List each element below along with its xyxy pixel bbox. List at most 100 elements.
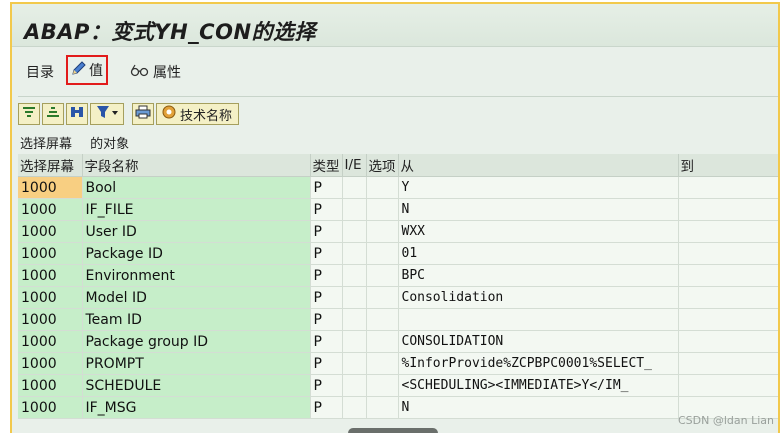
cell-type[interactable]: P (310, 286, 343, 309)
cell-to[interactable] (678, 374, 778, 397)
cell-from[interactable]: Consolidation (398, 286, 679, 309)
cell-option[interactable] (366, 198, 399, 221)
cell-type[interactable]: P (310, 396, 343, 419)
cell-from[interactable]: BPC (398, 264, 679, 287)
cell-type[interactable]: P (310, 374, 343, 397)
cell-ie[interactable] (342, 374, 367, 397)
cell-ie[interactable] (342, 242, 367, 265)
filter-button[interactable] (90, 103, 124, 125)
cell-type[interactable]: P (310, 330, 343, 353)
table-row[interactable]: 1000 Bool P Y (18, 176, 778, 199)
column-header-type[interactable]: 类型 (310, 154, 343, 177)
cell-field-name[interactable]: User ID (82, 220, 311, 243)
cell-from[interactable]: WXX (398, 220, 679, 243)
cell-from[interactable]: N (398, 198, 679, 221)
cell-screen[interactable]: 1000 (18, 374, 83, 397)
cell-screen[interactable]: 1000 (18, 264, 83, 287)
cell-option[interactable] (366, 220, 399, 243)
cell-to[interactable] (678, 176, 778, 199)
column-header-from[interactable]: 从 (398, 154, 679, 177)
cell-screen[interactable]: 1000 (18, 198, 83, 221)
cell-type[interactable]: P (310, 176, 343, 199)
table-row[interactable]: 1000 Package group ID P CONSOLIDATION (18, 330, 778, 353)
cell-to[interactable] (678, 330, 778, 353)
cell-screen[interactable]: 1000 (18, 242, 83, 265)
cell-ie[interactable] (342, 176, 367, 199)
cell-to[interactable] (678, 264, 778, 287)
find-button[interactable] (66, 103, 88, 125)
sort-ascending-button[interactable] (18, 103, 40, 125)
table-row[interactable]: 1000 SCHEDULE P <SCHEDULING><IMMEDIATE>Y</I… (18, 374, 778, 397)
cell-field-name[interactable]: IF_MSG (82, 396, 311, 419)
column-header-screen[interactable]: 选择屏幕 (18, 154, 83, 177)
table-row[interactable]: 1000 IF_FILE P N (18, 198, 778, 221)
cell-to[interactable] (678, 198, 778, 221)
column-header-option[interactable]: 选项 (366, 154, 399, 177)
cell-ie[interactable] (342, 308, 367, 331)
cell-option[interactable] (366, 242, 399, 265)
cell-option[interactable] (366, 286, 399, 309)
cell-ie[interactable] (342, 264, 367, 287)
column-header-ie[interactable]: I/E (342, 154, 367, 177)
table-row[interactable]: 1000 Model ID P Consolidation (18, 286, 778, 309)
menu-directory[interactable]: 目录 (26, 62, 54, 82)
cell-field-name[interactable]: Team ID (82, 308, 311, 331)
cell-ie[interactable] (342, 352, 367, 375)
menu-values[interactable]: 值 (66, 55, 108, 85)
table-row[interactable]: 1000 User ID P WXX (18, 220, 778, 243)
cell-option[interactable] (366, 264, 399, 287)
horizontal-scrollbar[interactable] (348, 428, 438, 433)
cell-ie[interactable] (342, 396, 367, 419)
cell-field-name[interactable]: SCHEDULE (82, 374, 311, 397)
cell-screen[interactable]: 1000 (18, 176, 83, 199)
cell-field-name[interactable]: Model ID (82, 286, 311, 309)
column-header-to[interactable]: 到 (678, 154, 778, 177)
cell-to[interactable] (678, 308, 778, 331)
cell-from[interactable]: <SCHEDULING><IMMEDIATE>Y</IM_ (398, 374, 679, 397)
cell-from[interactable]: CONSOLIDATION (398, 330, 679, 353)
cell-screen[interactable]: 1000 (18, 330, 83, 353)
column-header-field[interactable]: 字段名称 (82, 154, 311, 177)
cell-from[interactable]: 01 (398, 242, 679, 265)
cell-ie[interactable] (342, 286, 367, 309)
cell-ie[interactable] (342, 198, 367, 221)
cell-type[interactable]: P (310, 242, 343, 265)
table-row[interactable]: 1000 Team ID P (18, 308, 778, 331)
cell-type[interactable]: P (310, 264, 343, 287)
table-row[interactable]: 1000 Package ID P 01 (18, 242, 778, 265)
cell-type[interactable]: P (310, 198, 343, 221)
cell-option[interactable] (366, 352, 399, 375)
cell-to[interactable] (678, 220, 778, 243)
cell-ie[interactable] (342, 330, 367, 353)
tech-name-button[interactable]: 技术名称 (156, 103, 240, 125)
cell-field-name[interactable]: PROMPT (82, 352, 311, 375)
menu-attributes[interactable]: 属性 (130, 62, 181, 82)
cell-to[interactable] (678, 286, 778, 309)
cell-option[interactable] (366, 374, 399, 397)
cell-to[interactable] (678, 352, 778, 375)
print-button[interactable] (132, 103, 154, 125)
cell-option[interactable] (366, 396, 399, 419)
cell-from[interactable]: %InforProvide%ZCPBPC0001%SELECT_ (398, 352, 679, 375)
cell-field-name[interactable]: Package ID (82, 242, 311, 265)
cell-field-name[interactable]: Environment (82, 264, 311, 287)
cell-field-name[interactable]: IF_FILE (82, 198, 311, 221)
cell-field-name[interactable]: Package group ID (82, 330, 311, 353)
cell-from[interactable] (398, 308, 679, 331)
cell-screen[interactable]: 1000 (18, 220, 83, 243)
cell-ie[interactable] (342, 220, 367, 243)
cell-screen[interactable]: 1000 (18, 286, 83, 309)
sort-descending-button[interactable] (42, 103, 64, 125)
table-row[interactable]: 1000 IF_MSG P N (18, 396, 778, 419)
cell-type[interactable]: P (310, 220, 343, 243)
cell-screen[interactable]: 1000 (18, 352, 83, 375)
cell-type[interactable]: P (310, 308, 343, 331)
cell-screen[interactable]: 1000 (18, 396, 83, 419)
cell-from[interactable]: Y (398, 176, 679, 199)
table-row[interactable]: 1000 Environment P BPC (18, 264, 778, 287)
cell-option[interactable] (366, 330, 399, 353)
cell-from[interactable]: N (398, 396, 679, 419)
cell-to[interactable] (678, 242, 778, 265)
cell-type[interactable]: P (310, 352, 343, 375)
cell-option[interactable] (366, 176, 399, 199)
